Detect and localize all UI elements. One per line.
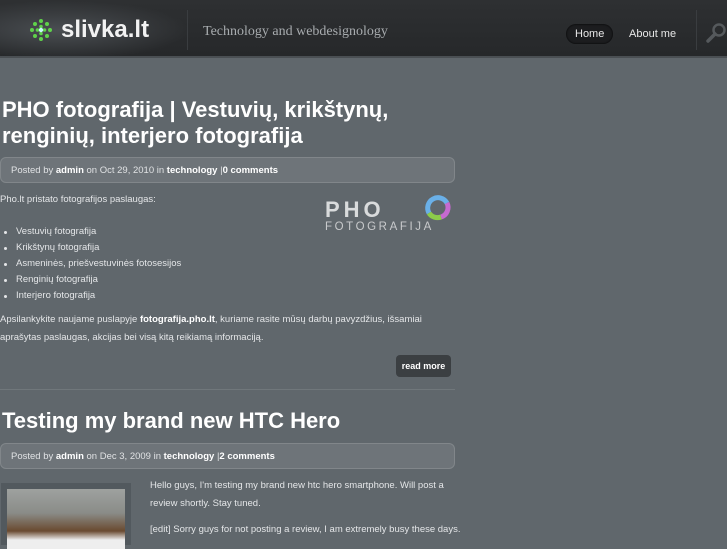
services-list: Vestuvių fotografija Krikštynų fotografi… [1, 224, 181, 304]
post-divider [0, 389, 455, 390]
pho-logo: PHO FOTOGRAFIJA [325, 193, 455, 235]
logo-dots-icon [30, 19, 52, 41]
header: slivka.lt Technology and webdesignology … [0, 0, 727, 58]
post-meta: Posted by admin on Oct 29, 2010 in techn… [0, 157, 455, 183]
post-title[interactable]: Testing my brand new HTC Hero [2, 408, 340, 434]
list-item: Renginių fotografija [1, 272, 181, 288]
meta-label: Posted by [11, 451, 54, 462]
divider [696, 10, 697, 50]
tagline: Technology and webdesignology [203, 24, 388, 39]
logo-text: PHO [325, 197, 385, 222]
post-paragraph: Hello guys, I'm testing my brand new htc… [150, 480, 444, 509]
category-link[interactable]: technology [167, 165, 218, 176]
comments-link[interactable]: 2 comments [219, 451, 274, 462]
list-item: Asmeninės, priešvestuvinės fotosesijos [1, 256, 181, 272]
read-more-button[interactable]: read more [396, 355, 451, 377]
fotografija-link[interactable]: fotografija.pho.lt [140, 314, 215, 325]
post-meta: Posted by admin on Dec 3, 2009 in techno… [0, 443, 455, 469]
comments-link[interactable]: 0 comments [223, 165, 278, 176]
site-logo[interactable]: slivka.lt [28, 16, 149, 44]
nav-about-me[interactable]: About me [620, 24, 685, 44]
search-icon[interactable] [705, 22, 727, 44]
post-paragraph: [edit] Sorry guys for not posting a revi… [150, 524, 461, 535]
nav-home[interactable]: Home [566, 24, 614, 44]
category-link[interactable]: technology [164, 451, 215, 462]
post-outro: Apsilankykite naujame puslapyje fotograf… [0, 311, 458, 347]
outro-text: Apsilankykite naujame puslapyje [0, 314, 140, 325]
author-link[interactable]: admin [56, 165, 84, 176]
meta-label: Posted by [11, 165, 54, 176]
post-intro: Pho.lt pristato fotografijos paslaugas: [0, 194, 156, 205]
post-date: on Dec 3, 2009 in [86, 451, 161, 462]
post-title[interactable]: PHO fotografija | Vestuvių, krikštynų, r… [2, 97, 422, 149]
list-item: Interjero fotografija [1, 288, 181, 304]
author-link[interactable]: admin [56, 451, 84, 462]
divider [187, 10, 188, 50]
site-name: slivka.lt [61, 16, 150, 43]
list-item: Vestuvių fotografija [1, 224, 181, 240]
post-thumbnail[interactable] [1, 483, 131, 549]
logo-subtext: FOTOGRAFIJA [325, 221, 434, 233]
list-item: Krikštynų fotografija [1, 240, 181, 256]
post-date: on Oct 29, 2010 in [86, 165, 165, 176]
cat-image [7, 489, 125, 549]
